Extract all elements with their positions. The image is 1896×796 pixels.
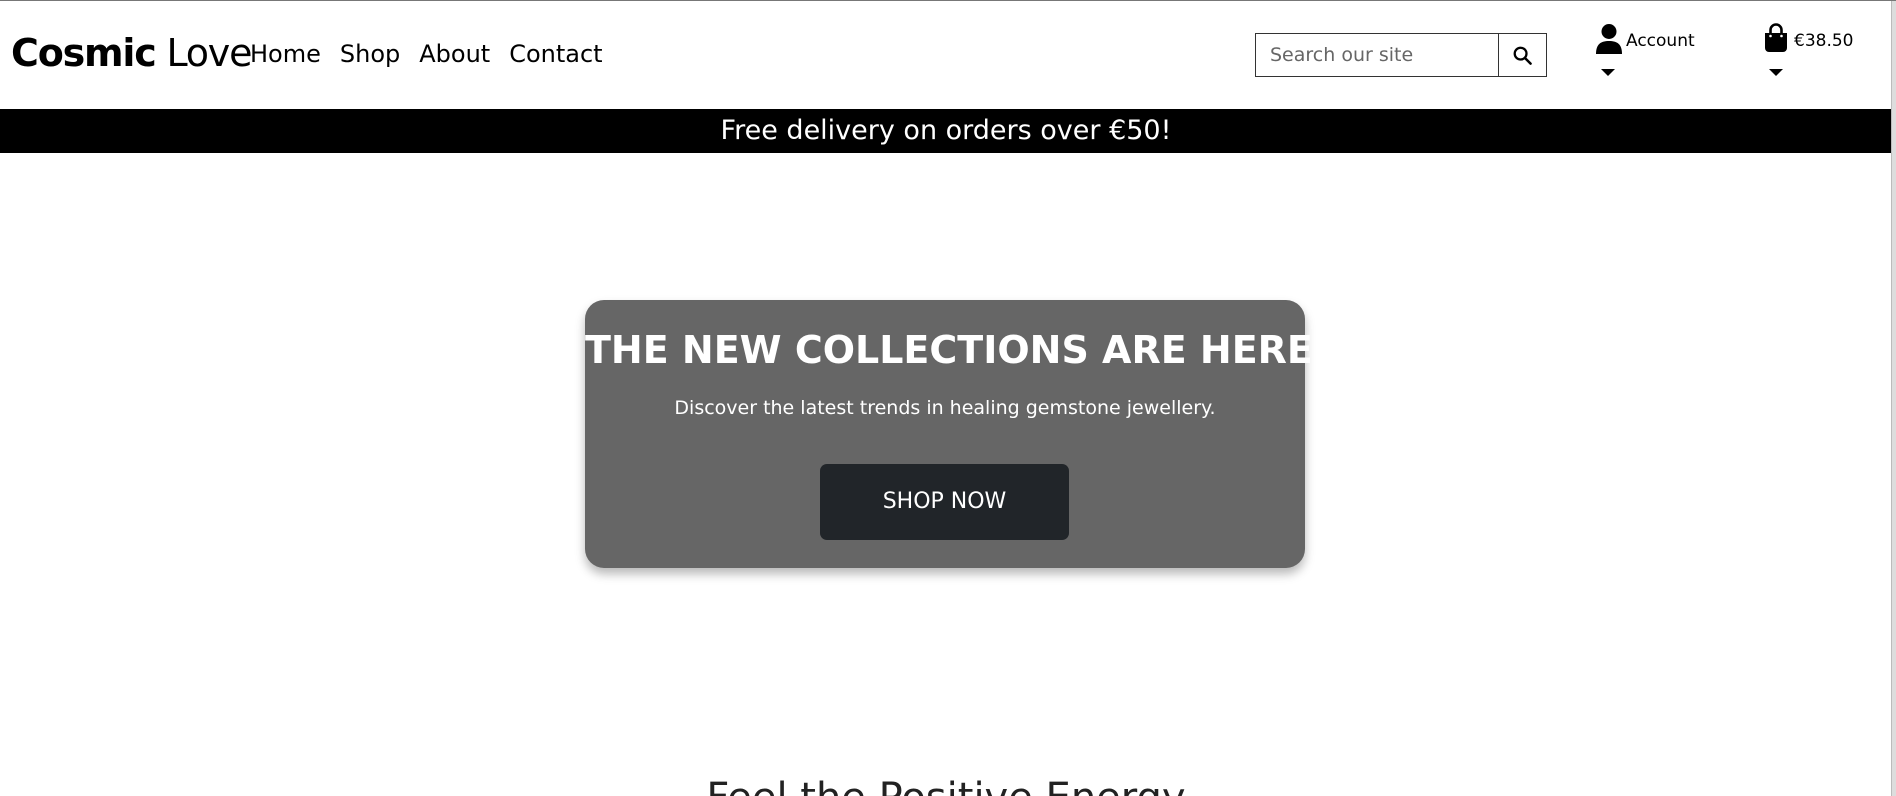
account-dropdown-caret [1601, 69, 1615, 76]
hero-title: THE NEW COLLECTIONS ARE HERE [585, 328, 1313, 372]
shop-now-button[interactable]: SHOP NOW [820, 464, 1069, 540]
delivery-banner-text: Free delivery on orders over €50! [720, 115, 1172, 146]
search-input[interactable] [1255, 33, 1498, 77]
cart-total: €38.50 [1794, 31, 1854, 51]
delivery-banner: Free delivery on orders over €50! [0, 109, 1892, 153]
nav-link-about[interactable]: About [419, 40, 490, 68]
user-icon [1596, 24, 1622, 54]
logo-regular-text: Love [155, 31, 252, 75]
page: Cosmic Love Home Shop About Contact Acco… [0, 0, 1896, 796]
shopping-bag-icon [1765, 23, 1787, 52]
page-scrollbar[interactable] [1891, 1, 1896, 796]
search-button[interactable] [1498, 33, 1547, 77]
hero-card: THE NEW COLLECTIONS ARE HERE Discover th… [585, 300, 1313, 568]
search-form [1255, 33, 1547, 77]
cart-menu[interactable]: €38.50 [1763, 23, 1873, 83]
main-nav: Home Shop About Contact [250, 40, 622, 68]
site-logo[interactable]: Cosmic Love [11, 31, 252, 75]
hero-subtitle: Discover the latest trends in healing ge… [674, 397, 1216, 419]
account-menu[interactable]: Account [1595, 23, 1725, 83]
nav-link-shop[interactable]: Shop [340, 40, 400, 68]
logo-bold-text: Cosmic [11, 31, 157, 75]
account-label: Account [1626, 31, 1695, 51]
search-icon [1513, 46, 1532, 65]
site-header: Cosmic Love Home Shop About Contact Acco… [0, 1, 1892, 109]
nav-link-contact[interactable]: Contact [509, 40, 602, 68]
section-heading: Feel the Positive Energy [0, 775, 1892, 796]
nav-link-home[interactable]: Home [250, 40, 321, 68]
cart-dropdown-caret [1769, 69, 1783, 76]
